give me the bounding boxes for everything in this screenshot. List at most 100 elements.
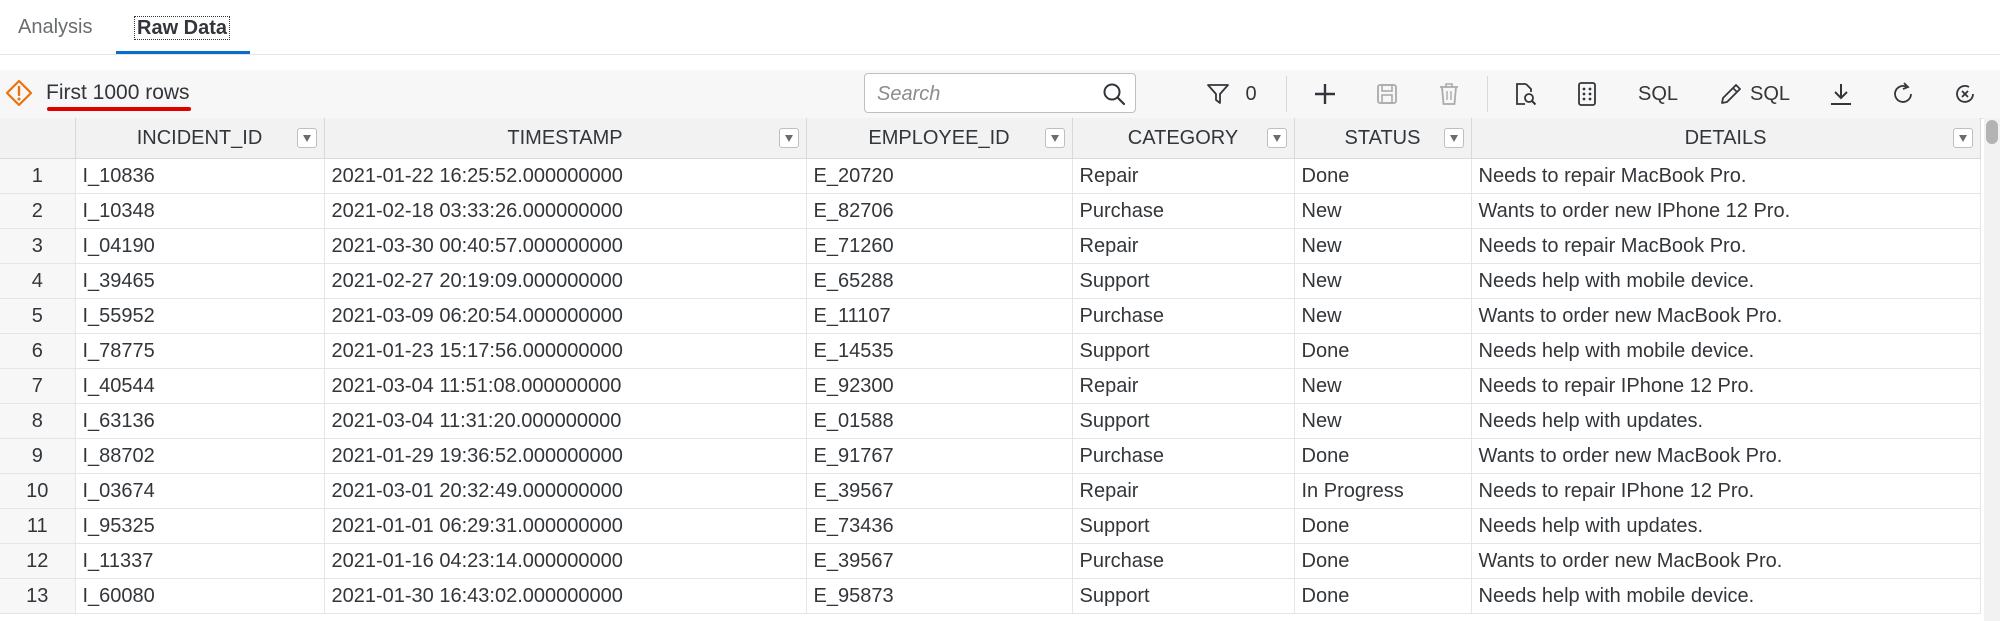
row-number-cell[interactable]: 2 <box>0 193 76 229</box>
table-cell[interactable]: E_95873 <box>806 578 1073 614</box>
table-cell[interactable]: Wants to order new MacBook Pro. <box>1471 438 1981 474</box>
table-cell[interactable]: I_03674 <box>75 473 325 509</box>
table-cell[interactable]: I_95325 <box>75 508 325 544</box>
table-cell[interactable]: Wants to order new MacBook Pro. <box>1471 298 1981 334</box>
delete-button[interactable] <box>1434 74 1464 114</box>
table-cell[interactable]: E_73436 <box>806 508 1073 544</box>
table-cell[interactable]: Needs to repair IPhone 12 Pro. <box>1471 473 1981 509</box>
row-number-cell[interactable]: 11 <box>0 508 76 544</box>
column-header[interactable]: CATEGORY <box>1072 118 1295 159</box>
table-cell[interactable]: Repair <box>1072 368 1295 404</box>
close-button[interactable] <box>1950 74 1980 114</box>
table-cell[interactable]: I_60080 <box>75 578 325 614</box>
column-filter-button[interactable] <box>1952 128 1973 148</box>
search-field[interactable] <box>864 73 1136 113</box>
table-row[interactable]: 12 I_11337 2021-01-16 04:23:14.000000000 E_… <box>0 543 1981 579</box>
table-cell[interactable]: I_55952 <box>75 298 325 334</box>
table-cell[interactable]: Needs help with mobile device. <box>1471 578 1981 614</box>
table-cell[interactable]: E_71260 <box>806 228 1073 264</box>
row-number-cell[interactable]: 7 <box>0 368 76 404</box>
table-cell[interactable]: E_01588 <box>806 403 1073 439</box>
column-header[interactable]: DETAILS <box>1471 118 1981 159</box>
vertical-scrollbar[interactable] <box>1984 118 2000 621</box>
table-cell[interactable]: 2021-02-18 03:33:26.000000000 <box>324 193 807 229</box>
table-cell[interactable]: 2021-03-04 11:31:20.000000000 <box>324 403 807 439</box>
table-cell[interactable]: New <box>1294 368 1472 404</box>
row-number-cell[interactable]: 10 <box>0 473 76 509</box>
table-cell[interactable]: E_91767 <box>806 438 1073 474</box>
column-header[interactable]: TIMESTAMP <box>324 118 807 159</box>
table-row[interactable]: 9 I_88702 2021-01-29 19:36:52.000000000 E_9… <box>0 438 1981 474</box>
table-cell[interactable]: E_82706 <box>806 193 1073 229</box>
table-row[interactable]: 4 I_39465 2021-02-27 20:19:09.000000000 E_6… <box>0 263 1981 299</box>
table-cell[interactable]: I_88702 <box>75 438 325 474</box>
column-filter-button[interactable] <box>778 128 799 148</box>
table-row[interactable]: 7 I_40544 2021-03-04 11:51:08.000000000 E_9… <box>0 368 1981 404</box>
column-header[interactable]: EMPLOYEE_ID <box>806 118 1073 159</box>
table-row[interactable]: 11 I_95325 2021-01-01 06:29:31.000000000 E_… <box>0 508 1981 544</box>
table-row[interactable]: 10 I_03674 2021-03-01 20:32:49.000000000 E_… <box>0 473 1981 509</box>
table-cell[interactable]: E_65288 <box>806 263 1073 299</box>
row-number-cell[interactable]: 13 <box>0 578 76 614</box>
table-cell[interactable]: 2021-01-23 15:17:56.000000000 <box>324 333 807 369</box>
table-cell[interactable]: I_63136 <box>75 403 325 439</box>
table-cell[interactable]: Purchase <box>1072 298 1295 334</box>
table-cell[interactable]: Done <box>1294 333 1472 369</box>
table-cell[interactable]: Repair <box>1072 158 1295 194</box>
table-cell[interactable]: Done <box>1294 543 1472 579</box>
row-number-cell[interactable]: 4 <box>0 263 76 299</box>
table-cell[interactable]: I_10348 <box>75 193 325 229</box>
table-cell[interactable]: I_11337 <box>75 543 325 579</box>
table-cell[interactable]: New <box>1294 193 1472 229</box>
table-row[interactable]: 6 I_78775 2021-01-23 15:17:56.000000000 E_1… <box>0 333 1981 369</box>
table-cell[interactable]: E_92300 <box>806 368 1073 404</box>
tab-raw-data[interactable]: Raw Data <box>116 16 231 54</box>
table-cell[interactable]: 2021-03-30 00:40:57.000000000 <box>324 228 807 264</box>
row-number-cell[interactable]: 8 <box>0 403 76 439</box>
table-row[interactable]: 2 I_10348 2021-02-18 03:33:26.000000000 E_8… <box>0 193 1981 229</box>
table-cell[interactable]: 2021-02-27 20:19:09.000000000 <box>324 263 807 299</box>
row-number-cell[interactable]: 6 <box>0 333 76 369</box>
table-cell[interactable]: 2021-03-01 20:32:49.000000000 <box>324 473 807 509</box>
table-cell[interactable]: Needs to repair IPhone 12 Pro. <box>1471 368 1981 404</box>
table-cell[interactable]: Wants to order new IPhone 12 Pro. <box>1471 193 1981 229</box>
sql-button[interactable]: SQL <box>1628 74 1688 114</box>
table-cell[interactable]: I_78775 <box>75 333 325 369</box>
table-row[interactable]: 3 I_04190 2021-03-30 00:40:57.000000000 E_7… <box>0 228 1981 264</box>
table-cell[interactable]: E_11107 <box>806 298 1073 334</box>
row-number-cell[interactable]: 12 <box>0 543 76 579</box>
table-cell[interactable]: Needs help with mobile device. <box>1471 263 1981 299</box>
table-cell[interactable]: 2021-03-09 06:20:54.000000000 <box>324 298 807 334</box>
column-settings-button[interactable] <box>1572 74 1602 114</box>
table-cell[interactable]: 2021-03-04 11:51:08.000000000 <box>324 368 807 404</box>
table-cell[interactable]: Done <box>1294 438 1472 474</box>
table-cell[interactable]: Support <box>1072 508 1295 544</box>
scrollbar-thumb[interactable] <box>1986 120 1998 144</box>
table-row[interactable]: 5 I_55952 2021-03-09 06:20:54.000000000 E_1… <box>0 298 1981 334</box>
table-row[interactable]: 1 I_10836 2021-01-22 16:25:52.000000000 E_2… <box>0 158 1981 194</box>
table-cell[interactable]: Needs to repair MacBook Pro. <box>1471 158 1981 194</box>
table-cell[interactable]: E_20720 <box>806 158 1073 194</box>
table-cell[interactable]: 2021-01-22 16:25:52.000000000 <box>324 158 807 194</box>
table-cell[interactable]: E_39567 <box>806 473 1073 509</box>
search-icon[interactable] <box>1101 81 1127 107</box>
table-cell[interactable]: Done <box>1294 158 1472 194</box>
table-cell[interactable]: Needs help with updates. <box>1471 403 1981 439</box>
table-cell[interactable]: E_39567 <box>806 543 1073 579</box>
table-cell[interactable]: I_10836 <box>75 158 325 194</box>
column-filter-button[interactable] <box>1266 128 1287 148</box>
table-cell[interactable]: Repair <box>1072 473 1295 509</box>
table-cell[interactable]: Purchase <box>1072 193 1295 229</box>
column-filter-button[interactable] <box>296 128 317 148</box>
edit-sql-button[interactable]: SQL <box>1712 74 1796 114</box>
table-cell[interactable]: Purchase <box>1072 543 1295 579</box>
row-number-cell[interactable]: 1 <box>0 158 76 194</box>
table-cell[interactable]: Wants to order new MacBook Pro. <box>1471 543 1981 579</box>
row-number-cell[interactable]: 3 <box>0 228 76 264</box>
table-cell[interactable]: 2021-01-30 16:43:02.000000000 <box>324 578 807 614</box>
save-button[interactable] <box>1372 74 1402 114</box>
table-cell[interactable]: Needs help with updates. <box>1471 508 1981 544</box>
add-row-button[interactable] <box>1310 74 1340 114</box>
table-row[interactable]: 8 I_63136 2021-03-04 11:31:20.000000000 E_0… <box>0 403 1981 439</box>
table-cell[interactable]: Support <box>1072 403 1295 439</box>
